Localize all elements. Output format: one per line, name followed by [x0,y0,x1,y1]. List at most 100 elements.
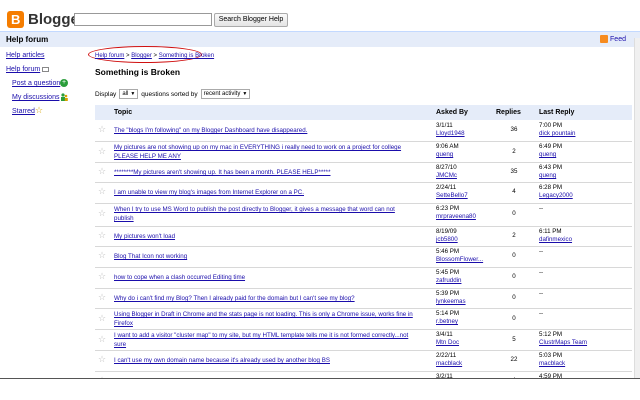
plus-icon: + [60,79,68,87]
asked-user-link[interactable]: Mtn Doc [436,339,459,347]
asked-user-link[interactable]: SetteBello7 [436,192,468,200]
people-icon [61,93,68,101]
last-reply-time: 5:12 PM [539,331,563,338]
asked-by: 8/19/09 jcb5800 [436,228,458,244]
topic-link[interactable]: ********My pictures aren't showing up. I… [114,168,436,177]
last-reply-user-link[interactable]: queng [539,172,562,180]
header-last-reply[interactable]: Last Reply [539,109,574,116]
breadcrumb-blogger[interactable]: Blogger [131,53,152,59]
sidebar-item-help-articles[interactable]: Help articles [6,52,45,59]
asked-date: 8/27/10 [436,164,457,171]
asked-user-link[interactable]: JMCMc [436,172,457,180]
bottom-panel [0,378,640,400]
asked-user-link[interactable]: BlossomFlower... [436,256,483,264]
topic-link[interactable]: Using Blogger in Draft in Chrome and the… [114,310,436,328]
last-reply-user-link[interactable]: Legacy2000 [539,192,573,200]
asked-by: 2/24/11 SetteBello7 [436,184,468,200]
last-reply: -- [539,269,543,277]
star-icon[interactable]: ☆ [98,250,106,261]
topic-link[interactable]: I want to add a visitor "cluster map" to… [114,331,436,349]
asked-date: 3/4/11 [436,331,453,338]
topic-link[interactable]: When I try to use MS Word to publish the… [114,205,436,223]
sidebar-item-post-question[interactable]: Post a question [12,80,60,87]
topic-link[interactable]: Why do i can't find my Blog? Then I alre… [114,294,436,303]
display-select[interactable]: all ▼ [119,89,139,99]
asked-user-link[interactable]: mrpraveena80 [436,213,476,221]
topic-link[interactable]: My pictures won't load [114,232,436,241]
feed-link[interactable]: Feed [600,35,626,43]
chevron-down-icon: ▼ [242,91,248,97]
asked-user-link[interactable]: jcb5800 [436,236,458,244]
asked-date: 8/19/09 [436,228,457,235]
star-icon[interactable]: ☆ [98,124,106,135]
last-reply-user-link[interactable]: dafinmexico [539,236,572,244]
table-row: ☆ Blog That Icon not working 5:46 PM Blosso… [95,247,632,268]
asked-date: 6:23 PM [436,205,460,212]
asked-user-link[interactable]: queng [436,151,459,159]
table-row: ☆ ********My pictures aren't showing up. … [95,163,632,183]
mail-icon [42,67,49,72]
asked-by: 5:14 PM r.betney [436,310,459,326]
scrollbar[interactable] [634,38,640,378]
breadcrumb-help-forum[interactable]: Help forum [95,53,124,59]
last-reply-user-link[interactable]: macblack [539,360,565,368]
topic-link[interactable]: My pictures are not showing up on my mac… [114,143,436,161]
asked-user-link[interactable]: r.betney [436,318,459,326]
reply-count: 2 [512,232,516,239]
table-row: ☆ I am unable to view my blog's images fr… [95,183,632,204]
asked-user-link[interactable]: lynkeemas [436,298,466,306]
table-header: Topic Asked By Replies Last Reply [95,105,632,120]
star-icon[interactable]: ☆ [98,271,106,282]
star-icon[interactable]: ☆ [98,208,106,219]
asked-date: 5:46 PM [436,248,460,255]
star-icon[interactable]: ☆ [98,292,106,303]
header-asked-by[interactable]: Asked By [436,109,468,116]
topic-link[interactable]: I can't use my own domain name because i… [114,356,436,365]
star-icon[interactable]: ☆ [98,166,106,177]
asked-user-link[interactable]: zafruddin [436,277,461,285]
star-icon[interactable]: ☆ [98,146,106,157]
breadcrumb: Help forum > Blogger > Something is Brok… [95,53,214,59]
star-icon[interactable]: ☆ [98,313,106,324]
last-reply: -- [539,248,543,256]
sidebar-item-help-forum[interactable]: Help forum [6,66,40,73]
asked-user-link[interactable]: macblack [436,360,462,368]
star-icon[interactable]: ☆ [98,354,106,365]
topic-link[interactable]: I am unable to view my blog's images fro… [114,188,436,197]
sidebar-item-starred[interactable]: Starred [12,108,35,115]
star-icon[interactable]: ☆ [98,230,106,241]
asked-date: 2/22/11 [436,352,457,359]
topic-line: My pictures won't load [114,233,176,240]
last-reply-user-link[interactable]: queng [539,151,562,159]
sidebar-item-my-discussions[interactable]: My discussions [12,94,59,101]
star-icon[interactable]: ☆ [98,334,106,345]
forum-title: Help forum [6,35,49,44]
last-reply-time: 6:49 PM [539,143,563,150]
last-reply-user-link[interactable]: dick pountain [539,130,575,138]
breadcrumb-current[interactable]: Something is Broken [159,53,214,59]
asked-by: 3/1/11 Lloyd1948 [436,122,465,138]
search-input[interactable] [74,13,212,26]
star-icon[interactable]: ☆ [98,186,106,197]
sorted-label: questions sorted by [141,90,198,98]
asked-date: 3/1/11 [436,122,453,129]
table-row: ☆ Using Blogger in Draft in Chrome and th… [95,309,632,330]
header-replies[interactable]: Replies [496,109,521,116]
last-reply: -- [539,205,543,213]
topic-line: PLEASE HELP ME ANY [114,153,181,160]
sort-select[interactable]: recent activity ▼ [200,89,251,99]
topic-link[interactable]: how to cope when a clash occurred Editin… [114,273,436,282]
table-row: ☆ how to cope when a clash occurred Editi… [95,268,632,289]
header-topic[interactable]: Topic [114,109,132,116]
topic-link[interactable]: The "blogs I'm following" on my Blogger … [114,126,436,135]
topic-line: The "blogs I'm following" on my Blogger … [114,127,308,134]
asked-date: 5:45 PM [436,269,460,276]
reply-count: 4 [512,188,516,195]
topic-line: I am unable to view my blog's images fro… [114,189,304,196]
topic-line: Firefox [114,320,133,327]
topic-link[interactable]: Blog That Icon not working [114,252,436,261]
last-reply-user-link[interactable]: ClustrMaps Team [539,339,587,347]
search-button[interactable]: Search Blogger Help [214,13,288,27]
table-row: ☆ I can't use my own domain name because … [95,351,632,372]
asked-user-link[interactable]: Lloyd1948 [436,130,465,138]
